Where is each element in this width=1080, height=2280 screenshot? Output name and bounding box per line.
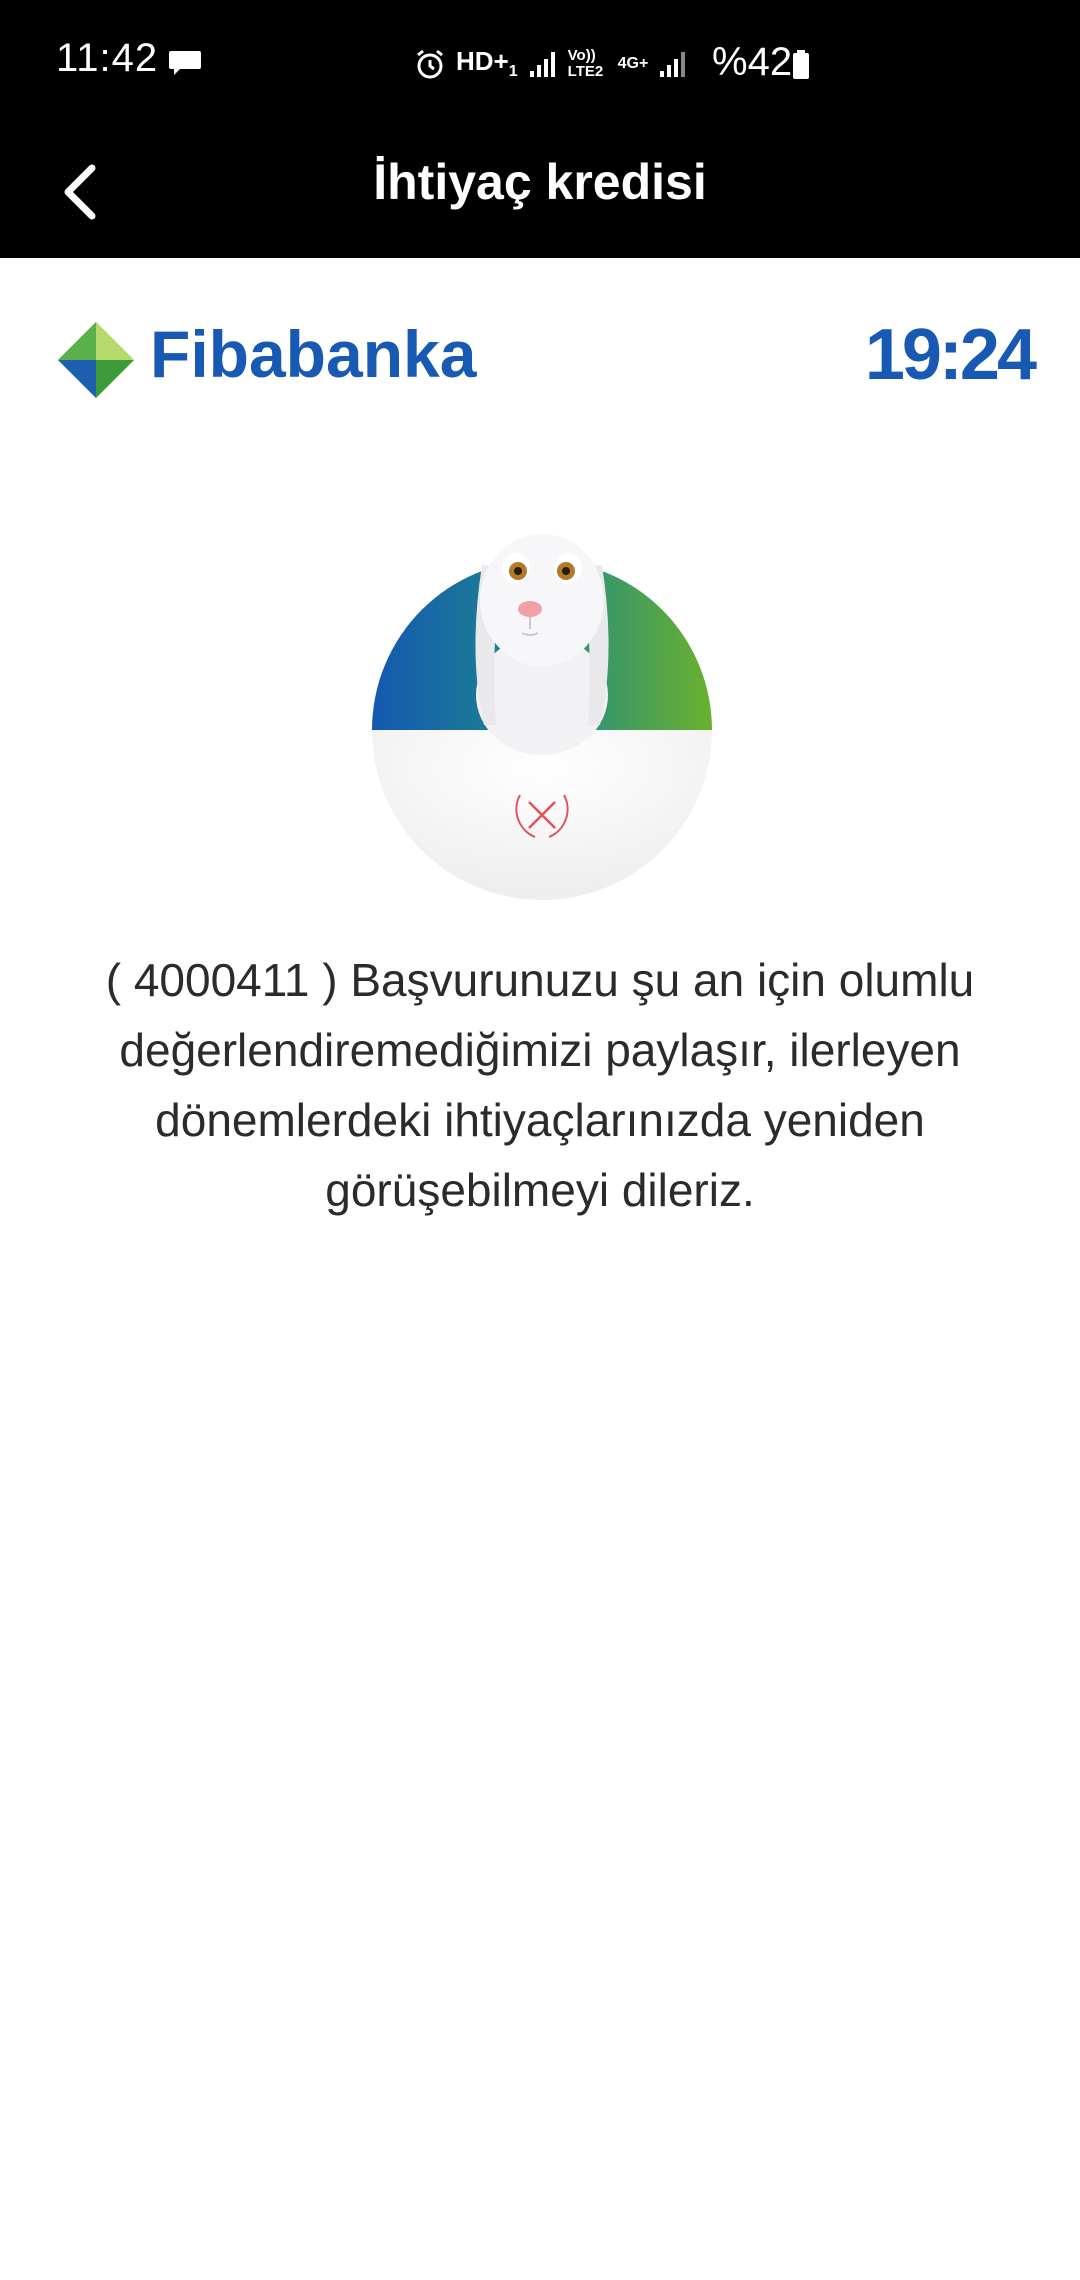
- battery-percent: %42: [712, 40, 793, 84]
- hd-network-label: HD+1: [456, 46, 518, 81]
- status-bar: 11:42 HD+1 Vo)) LTE2 4G+ %42: [0, 0, 1080, 128]
- status-time: 11:42: [56, 36, 159, 80]
- message-notification-icon: [169, 51, 201, 75]
- volte-label: Vo)) LTE2: [567, 47, 604, 80]
- bank-name: Fibabanka: [150, 317, 477, 391]
- rejection-message: ( 4000411 ) Başvurunuzu şu an için oluml…: [105, 954, 975, 1216]
- signal-icon-1: [529, 52, 555, 77]
- page-title: İhtiyaç kredisi: [373, 154, 707, 210]
- data-type-label: 4G+: [617, 55, 649, 72]
- alarm-icon: [417, 49, 443, 79]
- battery-icon: [793, 50, 809, 79]
- session-timer: 19:24: [864, 315, 1037, 395]
- fibabanka-logo-icon: [58, 322, 134, 398]
- signal-icon-2: [660, 52, 686, 77]
- status-icons: HD+1 Vo)) LTE2 4G+: [414, 40, 688, 88]
- rejection-illustration: [372, 534, 712, 900]
- app-bar: İhtiyaç kredisi: [0, 128, 1080, 258]
- back-button[interactable]: [30, 142, 130, 242]
- back-arrow-icon: [64, 164, 96, 220]
- bank-header: Fibabanka 19:24: [0, 258, 1080, 458]
